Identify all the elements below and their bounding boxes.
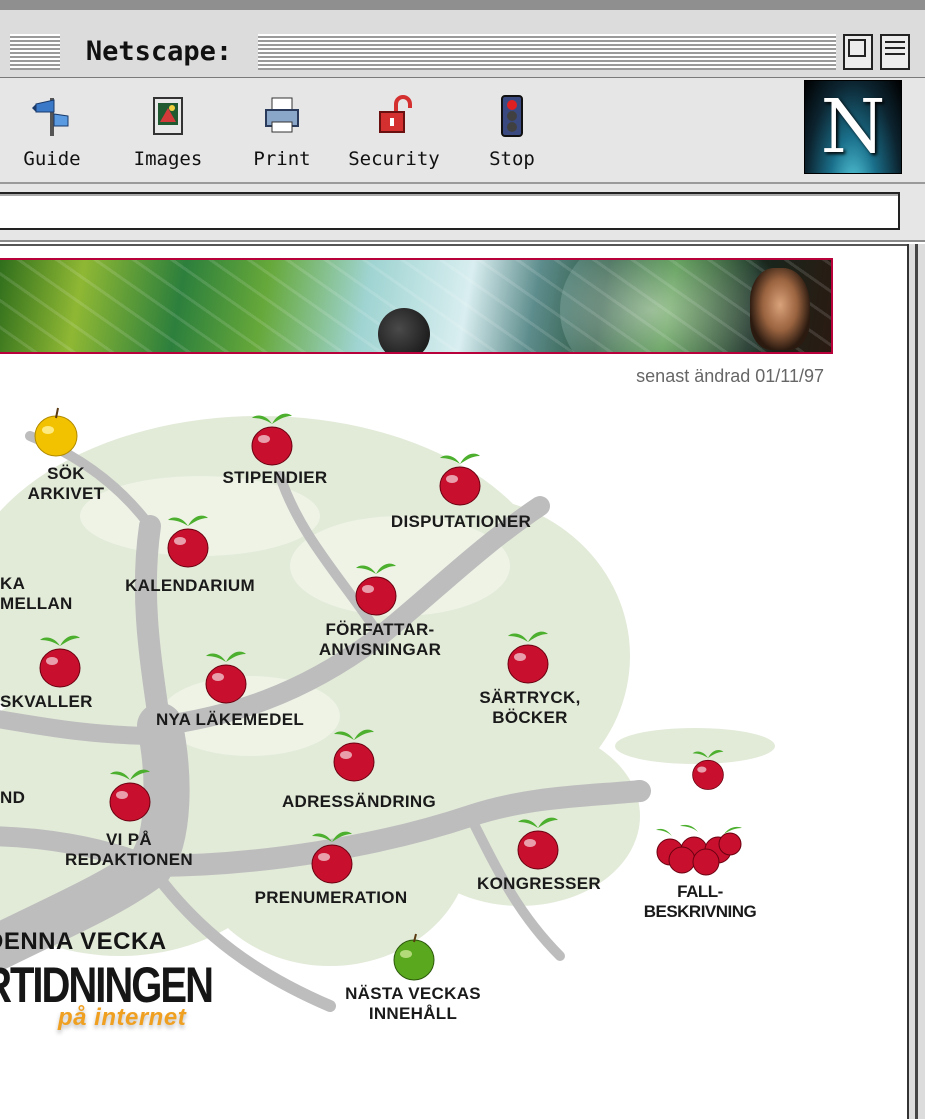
guide-icon [32,98,69,136]
stop-button[interactable]: Stop [462,86,562,176]
netscape-logo[interactable]: N [804,80,902,174]
green-apple-icon[interactable] [390,932,438,984]
zoom-box-button[interactable] [843,34,873,70]
menu-adressandring[interactable]: ADRESSÄNDRING [254,792,464,812]
menu-nasta-veckas-innehall[interactable]: NÄSTA VECKAS INNEHÅLL [318,984,508,1024]
menu-sok-arkivet[interactable]: SÖK ARKIVET [16,464,116,504]
menu-nya-lakemedel[interactable]: NYA LÄKEMEDEL [130,710,330,730]
menu-sartryck-bocker[interactable]: SÄRTRYCK, BÖCKER [460,688,600,728]
collapse-box-button[interactable] [880,34,910,70]
apple-icon[interactable] [200,644,252,706]
print-button[interactable]: Print [232,86,332,176]
apple-icon[interactable] [104,762,156,824]
menu-kongresser[interactable]: KONGRESSER [454,874,624,894]
guide-button-label: Guide [23,148,81,170]
menu-forfattar-anvisningar[interactable]: FÖRFATTAR- ANVISNINGAR [300,620,460,660]
menu-ka-mellan[interactable]: KA MELLAN [0,574,110,614]
last-modified-date: senast ändrad 01/11/97 [636,366,824,386]
apple-icon[interactable] [434,446,486,508]
menu-fall-beskrivning[interactable]: FALL- BESKRIVNING [620,882,780,922]
apple-icon[interactable] [502,624,554,686]
menu-kalendarium[interactable]: KALENDARIUM [100,576,280,596]
yellow-apple-icon[interactable] [32,406,80,458]
apple-icon[interactable] [350,556,402,618]
apple-cluster-icon[interactable] [654,822,744,878]
apple-icon[interactable] [34,628,86,690]
apple-icon[interactable] [512,810,564,872]
magazine-logo-tagline: på internet [58,1004,187,1031]
images-button-label: Images [133,148,203,170]
traffic-light-icon [501,95,523,137]
menu-vi-pa-redaktionen[interactable]: VI PÅ REDAKTIONEN [44,830,214,870]
issue-heading: DENNA VECKA [0,928,167,955]
title-bar-stripes [10,34,60,70]
header-banner-image[interactable] [0,258,833,354]
apple-icon[interactable] [306,824,358,886]
banner-portrait [750,268,810,350]
print-button-label: Print [253,148,311,170]
menu-nd[interactable]: ND [0,788,60,808]
images-icon [153,97,183,135]
netscape-logo-letter: N [820,84,886,170]
location-field[interactable] [0,192,900,230]
banner-eye [378,308,430,352]
images-button[interactable]: Images [118,86,218,176]
security-button[interactable]: Security [344,86,444,176]
security-button-label: Security [348,148,440,170]
page-content: senast ändrad 01/11/97 SÖK ARKIVET STIPE… [0,244,907,1119]
apple-icon[interactable] [688,744,728,792]
window-right-frame [907,244,925,1119]
window-title: Netscape: [68,32,250,72]
print-icon [265,97,299,133]
title-bar-stripes [258,34,836,70]
apple-icon[interactable] [246,406,298,468]
location-bar [0,184,925,242]
navigation-toolbar: Guide Images Print Security Stop N [0,78,925,184]
menu-disputationer[interactable]: DISPUTATIONER [366,512,556,532]
stop-button-label: Stop [489,148,535,170]
unlocked-padlock-icon [379,95,412,133]
menu-stipendier[interactable]: STIPENDIER [200,468,350,488]
menu-skvaller[interactable]: SKVALLER [0,692,120,712]
window-title-bar[interactable]: Netscape: [0,0,925,78]
menu-prenumeration[interactable]: PRENUMERATION [226,888,436,908]
apple-icon[interactable] [328,722,380,784]
apple-icon[interactable] [162,508,214,570]
guide-button[interactable]: Guide [2,86,102,176]
